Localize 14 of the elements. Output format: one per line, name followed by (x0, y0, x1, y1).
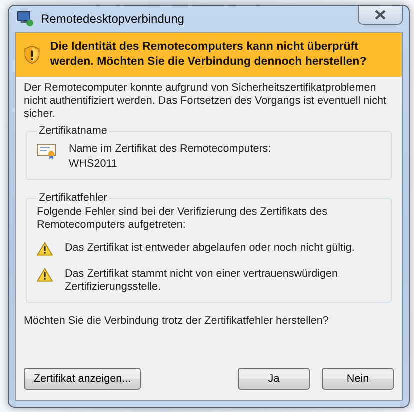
error-text: Das Zertifikat ist entweder abgelaufen oder noch nicht gültig. (65, 242, 355, 255)
intro-text: Der Remotecomputer konnte aufgrund von Sicherheitszertifikatproblemen nicht authentifiziert werden. Das Fortsetzen des Vorgangs ist eventuell nicht sicher. (24, 82, 388, 121)
question-text: Möchten Sie die Verbindung trotz der Zertifikatfehler herstellen? (24, 315, 330, 327)
dialog-button[interactable]: Nein (322, 368, 394, 390)
certificate-name-label: Name im Zertifikat des Remotecomputers: (69, 143, 272, 156)
view-certificate-button[interactable]: Zertifikat anzeigen... (24, 368, 141, 390)
dialog-button[interactable]: Ja (238, 368, 310, 390)
certificate-name-value: WHS2011 (69, 158, 118, 171)
error-text: Das Zertifikat stammt nicht von einer vertrauenswürdigen Zertifizierungsstelle. (65, 268, 340, 294)
group-legend: Zertifikatfehler (37, 192, 110, 204)
banner-heading: Die Identität des Remotecomputers kann nicht überprüft werden. Möchten Sie die Verbindung dennoch herstellen? (50, 40, 368, 70)
group-legend: Zertifikatname (37, 125, 110, 137)
window-title: Remotedesktopverbindung (41, 12, 186, 26)
errors-description: Folgende Fehler sind bei der Verifizierung des Zertifikats des Remotecomputers aufgetreten: (37, 206, 328, 232)
